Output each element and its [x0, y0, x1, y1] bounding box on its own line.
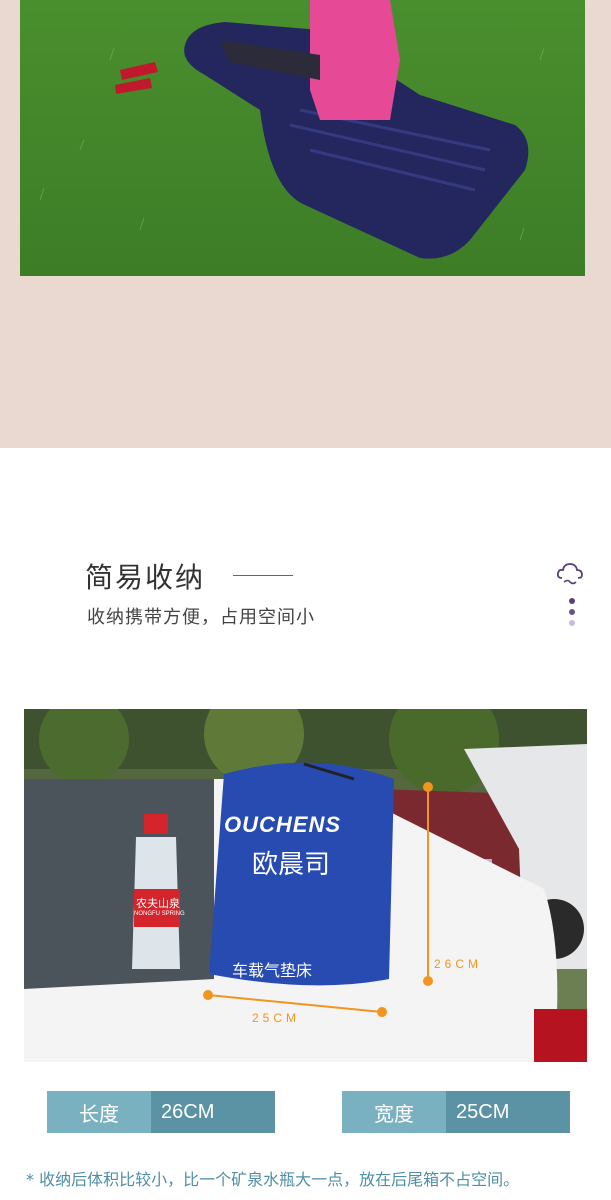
length-value: 26CM — [151, 1091, 275, 1133]
bottle-brand-en: NONGFU SPRING — [134, 911, 185, 917]
section-title: 简易收纳 — [85, 561, 206, 594]
bag-caption: 车载气垫床 — [232, 961, 313, 980]
bag-brand-cn: 欧晨司 — [252, 850, 331, 880]
width-label: 宽度 — [342, 1091, 446, 1133]
cloud-icon — [556, 562, 584, 586]
title-divider — [233, 575, 293, 576]
storage-note: * 收纳后体积比较小，比一个矿泉水瓶大一点，放在后尾箱不占空间。 — [26, 1170, 520, 1189]
width-dimension-label: 25CM — [252, 1011, 301, 1025]
length-spec: 长度 26CM — [47, 1091, 275, 1133]
pager-dot — [569, 620, 575, 626]
width-spec: 宽度 25CM — [342, 1091, 570, 1133]
storage-bag-photo: OUCHENS 欧晨司 车载气垫床 农夫山泉 NONGFU SPRING 26C… — [24, 709, 587, 1062]
height-dimension-label: 26CM — [434, 957, 483, 971]
bottle-brand: 农夫山泉 — [136, 897, 180, 910]
pager-dot — [569, 609, 575, 615]
section-subtitle: 收纳携带方便，占用空间小 — [87, 607, 315, 628]
width-value: 25CM — [446, 1091, 570, 1133]
pager-dot — [569, 598, 575, 604]
length-label: 长度 — [47, 1091, 151, 1133]
air-mattress-lawn-photo — [20, 0, 585, 276]
bag-brand: OUCHENS — [224, 812, 342, 837]
